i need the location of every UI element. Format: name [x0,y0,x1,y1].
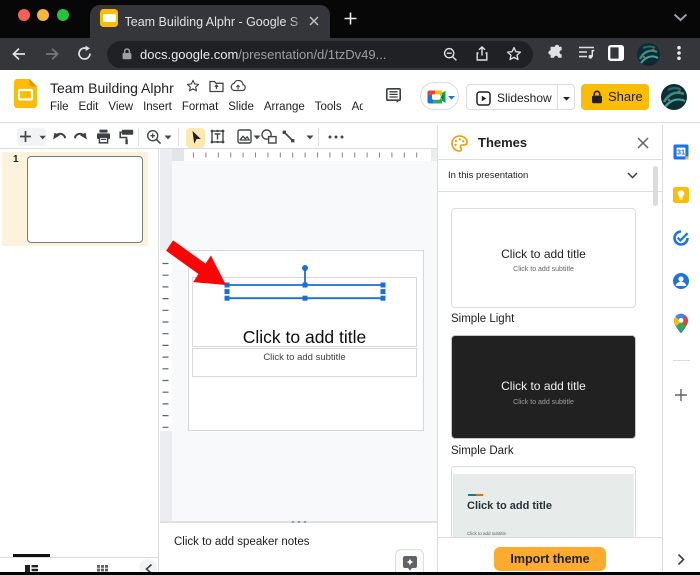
svg-text:31: 31 [677,148,685,157]
